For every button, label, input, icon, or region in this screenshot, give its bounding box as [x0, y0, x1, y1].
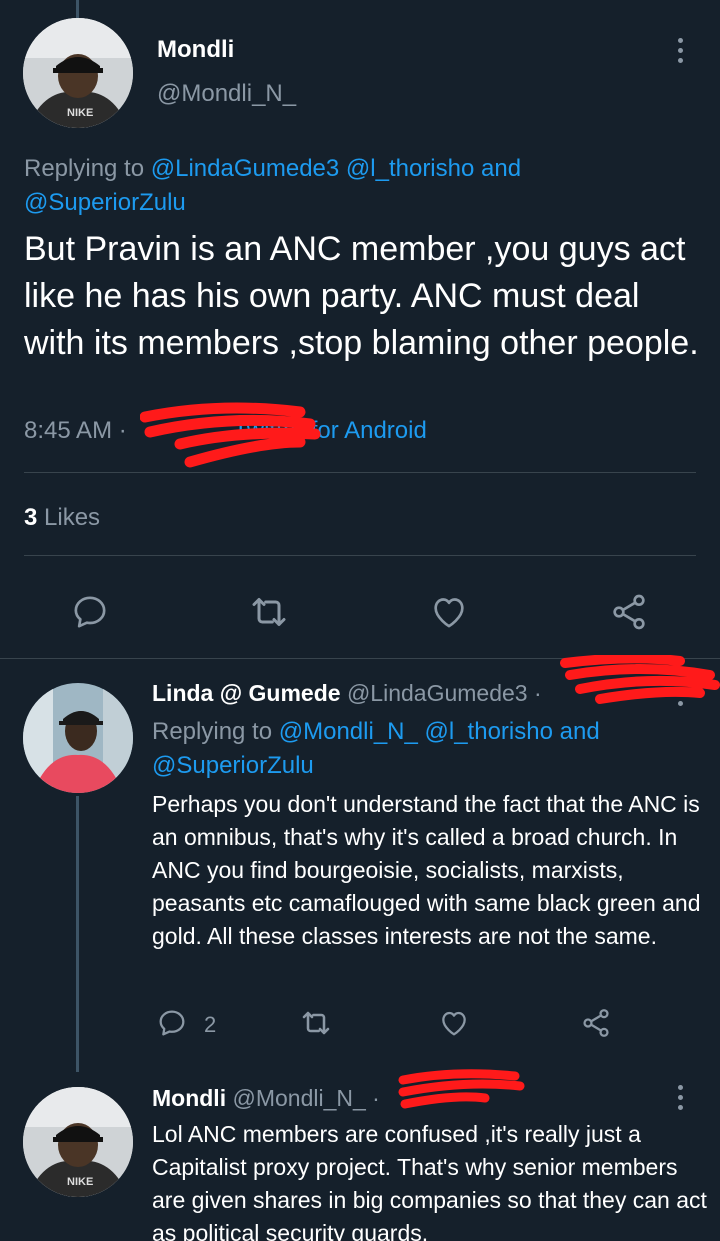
reply1-replying-line: Replying to @Mondli_N_ @l_thorisho and @…: [152, 715, 712, 783]
more-icon[interactable]: [675, 1085, 685, 1110]
reply1-header: Linda @ Gumede @LindaGumede3 ·: [152, 680, 542, 707]
avatar-mondli[interactable]: NIKE: [23, 18, 133, 128]
reply2-text: Lol ANC members are confused ,it's reall…: [152, 1121, 707, 1241]
retweet-icon[interactable]: [297, 1007, 335, 1039]
avatar-linda[interactable]: [23, 683, 133, 793]
redaction-scribble: [398, 1069, 525, 1109]
like-icon[interactable]: [438, 1007, 470, 1039]
like-icon[interactable]: [429, 592, 469, 632]
replying-prefix: Replying to: [152, 718, 273, 745]
tweet-time: 8:45 AM: [24, 417, 113, 444]
reply2-display-name[interactable]: Mondli: [152, 1085, 226, 1111]
main-handle[interactable]: @Mondli_N_: [157, 80, 296, 108]
reply-mention[interactable]: @l_thorisho: [425, 718, 553, 745]
reply-mention[interactable]: @LindaGumede3: [151, 155, 339, 182]
reply1-text: Perhaps you don't understand the fact th…: [152, 791, 701, 949]
reply-count: 2: [204, 1012, 217, 1037]
reply-mention[interactable]: @l_thorisho: [346, 155, 474, 182]
more-icon[interactable]: [675, 38, 685, 63]
likes-count: 3: [24, 504, 38, 531]
main-replying-line: Replying to @LindaGumede3 @l_thorisho an…: [24, 152, 684, 220]
meta-separator: ·: [372, 1085, 380, 1111]
reply1-handle[interactable]: @LindaGumede3: [347, 680, 528, 706]
retweet-icon[interactable]: [245, 592, 293, 632]
share-icon[interactable]: [608, 592, 650, 632]
reply-icon[interactable]: [156, 1007, 188, 1039]
more-icon[interactable]: [675, 681, 685, 706]
likes-count-row[interactable]: 3 Likes: [24, 504, 100, 532]
reply-mention[interactable]: @SuperiorZulu: [152, 752, 314, 779]
replying-prefix: Replying to: [24, 155, 145, 182]
main-tweet-meta: 8:45 AM · Twitter for Android: [24, 417, 427, 445]
likes-label: Likes: [44, 504, 101, 531]
main-tweet-text: But Pravin is an ANC member ,you guys ac…: [24, 230, 699, 362]
svg-text:NIKE: NIKE: [67, 1176, 93, 1188]
divider: [24, 472, 696, 473]
reply-mention-conjunction[interactable]: and: [481, 155, 521, 182]
meta-separator: ·: [533, 680, 542, 706]
meta-separator: ·: [118, 417, 127, 444]
main-display-name[interactable]: Mondli: [157, 36, 234, 64]
reply1-display-name[interactable]: Linda @ Gumede: [152, 680, 341, 706]
tweet-source[interactable]: Twitter for Android: [233, 417, 426, 444]
redaction-scribble: [560, 655, 720, 704]
avatar-mondli[interactable]: NIKE: [23, 1087, 133, 1197]
share-icon[interactable]: [579, 1007, 613, 1039]
divider: [24, 555, 696, 556]
svg-text:NIKE: NIKE: [67, 107, 93, 119]
reply-mention[interactable]: @SuperiorZulu: [24, 189, 186, 216]
reply-mention-conjunction[interactable]: and: [560, 718, 600, 745]
reply2-header: Mondli @Mondli_N_ ·: [152, 1085, 380, 1112]
reply-icon[interactable]: [70, 592, 110, 632]
reply2-handle[interactable]: @Mondli_N_: [232, 1085, 365, 1111]
thread-line: [76, 796, 79, 1072]
reply-mention[interactable]: @Mondli_N_: [279, 718, 418, 745]
thread-line-top: [76, 0, 79, 18]
divider: [0, 658, 720, 659]
